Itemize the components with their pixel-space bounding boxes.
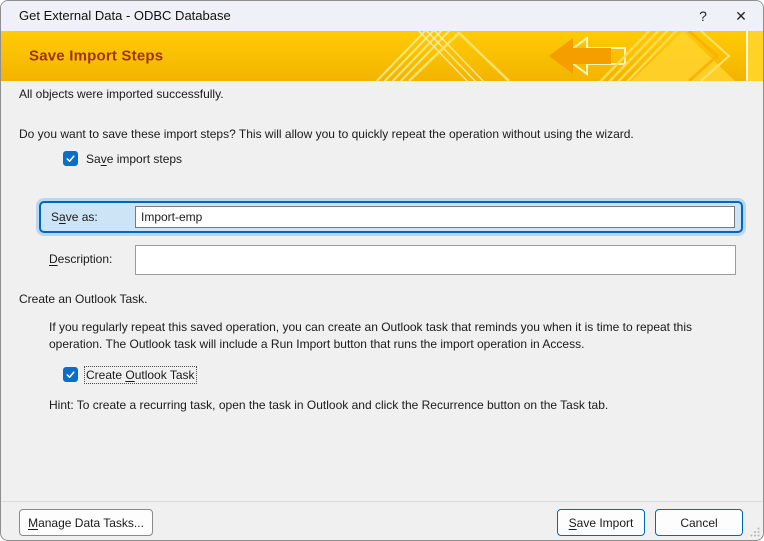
outlook-task-heading: Create an Outlook Task. [19, 292, 148, 306]
footer-divider [1, 501, 763, 502]
create-outlook-task-row[interactable]: Create Outlook Task [63, 365, 197, 384]
import-success-message: All objects were imported successfully. [19, 87, 224, 101]
create-outlook-task-label[interactable]: Create Outlook Task [84, 365, 197, 384]
recurrence-hint: Hint: To create a recurring task, open t… [49, 398, 609, 412]
outlook-task-description: If you regularly repeat this saved opera… [49, 320, 693, 351]
save-as-row: Save as: [39, 201, 743, 233]
save-import-steps-checkbox[interactable] [63, 151, 78, 166]
title-bar: Get External Data - ODBC Database ? ✕ [1, 1, 763, 31]
save-as-input[interactable] [135, 206, 735, 228]
window-title: Get External Data - ODBC Database [19, 8, 231, 23]
cancel-button[interactable]: Cancel [655, 509, 743, 536]
save-import-steps-label[interactable]: Save import steps [86, 152, 182, 166]
checkmark-icon [66, 371, 75, 379]
description-label: Description: [49, 252, 113, 266]
checkmark-icon [66, 155, 75, 163]
resize-grip[interactable] [750, 527, 760, 537]
create-outlook-task-checkbox[interactable] [63, 367, 78, 382]
save-import-steps-row[interactable]: Save import steps [63, 151, 182, 166]
close-icon[interactable]: ✕ [721, 1, 761, 31]
help-icon[interactable]: ? [683, 1, 723, 31]
save-as-label: Save as: [51, 210, 98, 224]
description-input[interactable] [135, 245, 736, 275]
wizard-banner: Save Import Steps [1, 31, 763, 81]
save-import-button[interactable]: Save Import [557, 509, 645, 536]
page-title: Save Import Steps [29, 47, 164, 65]
save-steps-prompt: Do you want to save these import steps? … [19, 127, 634, 141]
get-external-data-dialog: Get External Data - ODBC Database ? ✕ Sa… [0, 0, 764, 541]
manage-data-tasks-button[interactable]: Manage Data Tasks... [19, 509, 153, 536]
